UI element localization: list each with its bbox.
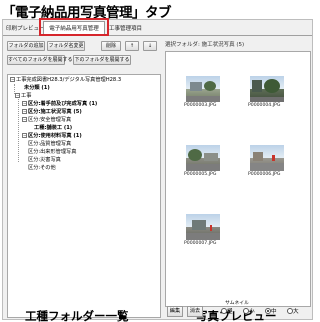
tree-connector [18,97,19,162]
selected-folder-label: 選択フォルダ: 施工状況写真 (5) [165,42,245,48]
collapse-toggle-icon[interactable]: − [15,93,20,98]
folder-tree-annotation: 工種フォルダー一覧 [25,309,129,322]
thumbnail-size-extra-small[interactable]: 極 [221,308,233,316]
folder-pane: フォルダの追加 フォルダ名変更 削除 ↑ ↓ すべてのフォルダを展開する 下のフ… [7,38,161,322]
bottom-controls: 編集 消去 サムネイル 極 小 中 大 [163,299,311,319]
tree-item-before-after[interactable]: − 区分:着手前及び完成写真 (1) [22,101,97,108]
folder-tree: − 工事完成図書H28.3/デジタル写真管理H28.3 未分類 (1) − 工事 −… [7,74,161,318]
tree-item-quality[interactable]: 区分:品質管理写真 [28,141,71,148]
rename-folder-button[interactable]: フォルダ名変更 [47,41,85,51]
add-folder-button[interactable]: フォルダの追加 [7,41,45,51]
photo-thumbnail[interactable] [250,145,284,171]
delete-button[interactable]: 削除 [101,41,121,51]
photo-thumbnail[interactable] [186,145,220,171]
tree-item-construction-status[interactable]: − 区分:施工状況写真 (5) [22,109,82,116]
expand-all-button[interactable]: すべてのフォルダを展開する [7,55,72,65]
tree-item-materials[interactable]: − 区分:使用材料写真 (1) [22,133,82,140]
radio-icon[interactable] [287,308,293,314]
expand-below-button[interactable]: 下のフォルダを展開する [73,55,131,65]
tree-item-other[interactable]: 区分:その他 [28,165,56,172]
app-window: 印刷プレビュー 電子納品用写真管理 工事管理項目 フォルダの追加 フォルダ名変更… [2,18,313,322]
thumbnail-size-large[interactable]: 大 [287,308,299,316]
tree-item-construction[interactable]: − 工事 [15,93,31,100]
tab-print-preview[interactable]: 印刷プレビュー [4,23,45,36]
move-down-button[interactable]: ↓ [143,41,157,51]
photo-thumbnail[interactable] [250,76,284,102]
thumbnail-size-small[interactable]: 小 [243,308,255,316]
photo-thumbnail[interactable] [186,214,220,240]
collapse-toggle-icon[interactable]: − [22,109,27,114]
photo-filename: P0000005.JPG [184,172,217,177]
radio-icon[interactable] [243,308,249,314]
tree-item-safety[interactable]: − 区分:安全管理写真 [22,117,71,124]
clear-button[interactable]: 消去 [187,306,203,317]
photo-filename: P0000004.JPG [248,103,281,108]
tree-item-paving[interactable]: 工種:舗装工 (1) [34,125,72,132]
tree-item-unclassified[interactable]: 未分類 (1) [24,85,50,92]
photo-pane: 選択フォルダ: 施工状況写真 (5) P0000003.JPG P0000004… [165,38,311,322]
edit-button[interactable]: 編集 [167,306,183,317]
photo-filename: P0000006.JPG [248,172,281,177]
thumbnail-size-medium[interactable]: 中 [265,308,277,316]
photo-filename: P0000007.JPG [184,241,217,246]
tree-item-disaster[interactable]: 区分:災害写真 [28,157,61,164]
photo-grid: P0000003.JPG P0000004.JPG P0000005.JPG P… [165,51,311,322]
collapse-toggle-icon[interactable]: − [22,133,27,138]
thumbnail-size-label: サムネイル [225,301,249,306]
collapse-toggle-icon[interactable]: − [22,117,27,122]
collapse-toggle-icon[interactable]: − [22,101,27,106]
radio-icon[interactable] [221,308,227,314]
move-up-button[interactable]: ↑ [125,41,139,51]
radio-selected-icon[interactable] [265,308,271,314]
tab-construction-items[interactable]: 工事管理項目 [107,23,147,36]
tree-item-dimensions[interactable]: 区分:出来形管理写真 [28,149,76,156]
photo-thumbnail[interactable] [186,76,220,102]
tab-bar: 印刷プレビュー 電子納品用写真管理 工事管理項目 [3,18,312,36]
collapse-toggle-icon[interactable]: − [10,77,15,82]
active-tab-highlight [39,18,109,36]
photo-filename: P0000003.JPG [184,103,217,108]
tree-item-root[interactable]: − 工事完成図書H28.3/デジタル写真管理H28.3 [10,77,121,84]
